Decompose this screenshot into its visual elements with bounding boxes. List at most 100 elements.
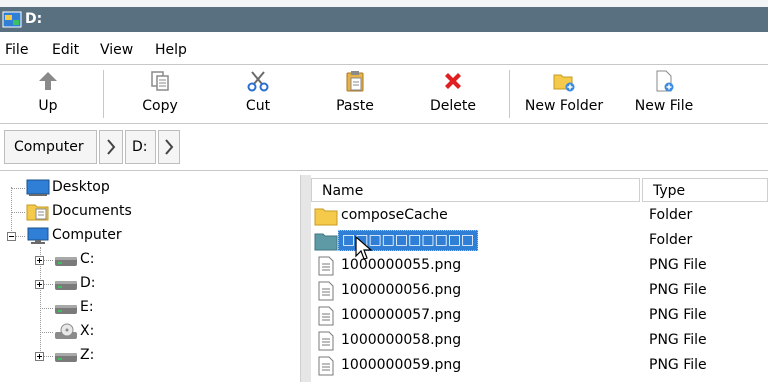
folder-icon (314, 233, 338, 251)
hard-drive-icon (55, 257, 77, 266)
tree-line (44, 356, 53, 357)
pane-splitter[interactable] (300, 175, 311, 382)
expand-c-toggle[interactable] (35, 256, 44, 265)
file-icon (318, 281, 334, 301)
chevron-right-icon (165, 139, 174, 155)
tree-item-drive-z[interactable]: Z: (54, 345, 204, 367)
column-header-type-label: Type (653, 183, 686, 199)
folder-icon (314, 208, 338, 226)
menu-view[interactable]: View (100, 42, 133, 58)
file-icon (318, 331, 334, 351)
cut-button[interactable]: Cut (218, 66, 298, 122)
breadcrumb-chevron[interactable] (158, 130, 180, 164)
up-button[interactable]: Up (8, 66, 88, 122)
hard-drive-icon (55, 353, 77, 362)
delete-button[interactable]: Delete (413, 66, 493, 122)
list-item[interactable]: composeCache Folder (311, 203, 768, 228)
tree-item-drive-x[interactable]: X: (54, 321, 204, 343)
list-item-selected[interactable]: □□□□□□□□□□ Folder (311, 228, 768, 260)
divider (0, 170, 768, 171)
tree-line (16, 236, 25, 237)
column-header-type[interactable]: Type (642, 178, 768, 202)
hard-drive-icon (55, 305, 77, 314)
breadcrumb-drive-label: D: (132, 139, 148, 155)
file-name: composeCache (341, 207, 448, 223)
file-type: PNG File (649, 332, 707, 348)
new-file-button[interactable]: New File (624, 66, 704, 122)
tree-label-desktop: Desktop (52, 179, 110, 195)
tree-item-desktop[interactable]: Desktop (26, 177, 226, 199)
new-file-label: New File (634, 98, 694, 114)
cd-drive-icon (55, 323, 77, 339)
new-file-icon (656, 70, 674, 92)
paste-label: Paste (336, 98, 374, 114)
copy-label: Copy (142, 98, 178, 114)
tree-item-drive-d[interactable]: D: (54, 273, 204, 295)
top-strip (0, 0, 768, 7)
file-type: PNG File (649, 257, 707, 273)
tree-item-drive-c[interactable]: C: (54, 249, 204, 271)
menu-file[interactable]: File (5, 42, 28, 58)
desktop-icon (26, 179, 50, 196)
clipboard-icon (346, 71, 364, 92)
paste-button[interactable]: Paste (315, 66, 395, 122)
file-type: PNG File (649, 282, 707, 298)
title-bar[interactable]: D: (0, 7, 768, 32)
window-title: D: (25, 11, 43, 27)
file-type: PNG File (649, 357, 707, 373)
file-type: Folder (649, 207, 693, 223)
delete-x-icon (445, 73, 461, 89)
breadcrumb-chevron[interactable] (99, 130, 123, 164)
toolbar-separator (103, 70, 104, 118)
tree-label-drive: X: (80, 323, 95, 339)
list-item[interactable]: 1000000058.png PNG File (311, 328, 768, 353)
new-folder-button[interactable]: New Folder (518, 66, 610, 122)
file-list: Name Type composeCache Folder □□□□□□□□□□… (311, 175, 768, 382)
divider (0, 123, 768, 124)
tree-label-drive: Z: (80, 347, 95, 363)
tree-line (40, 332, 53, 333)
collapse-computer-toggle[interactable] (7, 232, 16, 241)
app-icon (2, 11, 22, 28)
column-header-name-label: Name (322, 183, 364, 199)
new-folder-icon (553, 74, 575, 92)
column-header-name[interactable]: Name (311, 178, 640, 202)
breadcrumb-computer-label: Computer (14, 139, 84, 155)
scissors-icon (247, 71, 269, 92)
tree-label-drive: D: (80, 275, 96, 291)
list-item[interactable]: 1000000057.png PNG File (311, 303, 768, 328)
divider (0, 64, 768, 65)
list-item[interactable]: 1000000055.png PNG File (311, 253, 768, 278)
new-folder-label: New Folder (524, 98, 604, 114)
tree-label-computer: Computer (52, 227, 122, 243)
list-item[interactable]: 1000000059.png PNG File (311, 353, 768, 378)
file-icon (318, 356, 334, 376)
file-name: 1000000056.png (341, 282, 462, 298)
list-item[interactable]: 1000000056.png PNG File (311, 278, 768, 303)
tree-item-documents[interactable]: Documents (26, 201, 226, 223)
cut-label: Cut (245, 98, 271, 114)
file-name: 1000000057.png (341, 307, 462, 323)
computer-icon (27, 227, 49, 244)
copy-button[interactable]: Copy (120, 66, 200, 122)
file-name: 1000000058.png (341, 332, 462, 348)
tree-line (44, 284, 53, 285)
menu-edit[interactable]: Edit (52, 42, 79, 58)
tree-line (44, 260, 53, 261)
tree-label-drive: C: (80, 251, 95, 267)
breadcrumb-computer[interactable]: Computer (4, 130, 97, 164)
tree-item-drive-e[interactable]: E: (54, 297, 204, 319)
menu-bar: File Edit View Help (0, 37, 768, 63)
breadcrumb-drive[interactable]: D: (125, 130, 156, 164)
expand-d-toggle[interactable] (35, 280, 44, 289)
expand-z-toggle[interactable] (35, 352, 44, 361)
documents-folder-icon (26, 204, 49, 221)
menu-help[interactable]: Help (155, 42, 187, 58)
delete-label: Delete (430, 98, 476, 114)
tree-line (11, 212, 25, 213)
tree-item-computer[interactable]: Computer (26, 225, 226, 247)
chevron-right-icon (107, 139, 116, 155)
file-name: 1000000059.png (341, 357, 462, 373)
copy-icon (151, 71, 169, 91)
toolbar: Up Copy Cut Paste Delete New Folder New … (0, 66, 768, 122)
